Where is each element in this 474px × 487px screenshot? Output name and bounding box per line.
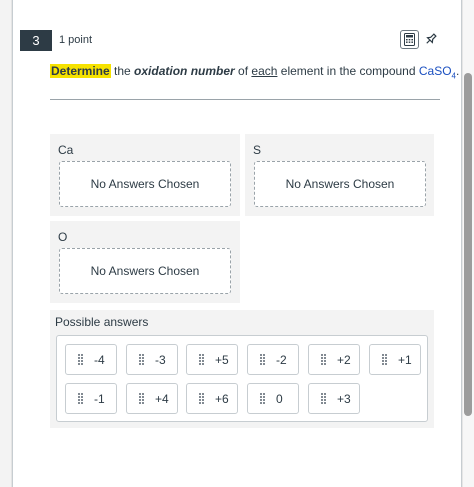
answer-group-label: Ca [58,143,74,157]
answer-tile-value: +2 [337,352,351,367]
answer-tile[interactable]: -1 [65,383,117,414]
answer-tile-value: +4 [155,391,169,406]
prompt-divider [50,99,440,100]
answer-group-o: O No Answers Chosen [50,221,240,303]
question-number-badge: 3 [20,30,52,51]
drag-handle-icon [78,393,84,404]
answer-tile-value: -4 [94,352,105,367]
prompt-text: element in the compound [277,64,419,78]
answer-group-label: O [58,230,68,244]
answer-tile-value: +3 [337,391,351,406]
answer-tile[interactable]: +6 [186,383,238,414]
scrollbar[interactable] [462,0,474,487]
calculator-button[interactable] [400,30,419,49]
drag-handle-icon [382,354,388,365]
compound-formula: CaSO4 [418,64,456,81]
answer-tile-value: +5 [215,352,229,367]
answer-group-ca: Ca No Answers Chosen [50,134,240,216]
drag-handle-icon [260,354,266,365]
dropzone-ca[interactable]: No Answers Chosen [59,161,231,207]
drag-handle-icon [139,354,145,365]
prompt-underline: each [251,64,278,78]
answer-group-s: S No Answers Chosen [245,134,434,216]
question-points: 1 point [59,34,93,46]
answer-tile[interactable]: +5 [186,344,238,375]
answer-tile-value: -3 [155,352,166,367]
prompt-text: . [456,64,460,78]
prompt-text: of [234,64,252,78]
answer-tile-value: -2 [276,352,287,367]
calculator-icon [404,33,415,46]
drag-handle-icon [78,354,84,365]
answer-tile[interactable]: -2 [247,344,299,375]
drag-handle-icon [321,393,327,404]
dropzone-o[interactable]: No Answers Chosen [59,248,231,294]
drag-handle-icon [321,354,327,365]
left-gutter [0,0,12,487]
drag-handle-icon [199,354,205,365]
answer-tile-value: +6 [215,391,229,406]
prompt-text: the [110,64,135,78]
answer-tile-value: +1 [398,352,412,367]
answer-tile-list: -4 -3 +5 -2 +2 +1 -1 +4 +6 0 +3 [56,335,428,422]
answer-tile[interactable]: +4 [126,383,178,414]
answer-tile[interactable]: +2 [308,344,360,375]
prompt-highlight: Determine [50,64,111,78]
drag-handle-icon [260,393,266,404]
pin-button[interactable] [422,30,440,48]
answer-tile-value: -1 [94,391,105,406]
possible-answers-panel: Possible answers -4 -3 +5 -2 +2 +1 -1 +4 +6 0 +3 [50,310,434,428]
answer-group-label: S [253,143,262,157]
answer-tile[interactable]: -3 [126,344,178,375]
dropzone-s[interactable]: No Answers Chosen [254,161,426,207]
drag-handle-icon [199,393,205,404]
answer-tile[interactable]: -4 [65,344,117,375]
pin-icon [426,33,437,44]
answer-tile-value: 0 [276,391,283,406]
answer-tile[interactable]: +3 [308,383,360,414]
question-prompt: Determine the oxidation number of each e… [50,64,459,80]
drag-handle-icon [139,393,145,404]
answer-tile[interactable]: 0 [247,383,299,414]
possible-answers-title: Possible answers [55,315,149,329]
prompt-italic: oxidation number [134,64,235,78]
answer-tile[interactable]: +1 [369,344,421,375]
scrollbar-thumb[interactable] [464,73,472,416]
